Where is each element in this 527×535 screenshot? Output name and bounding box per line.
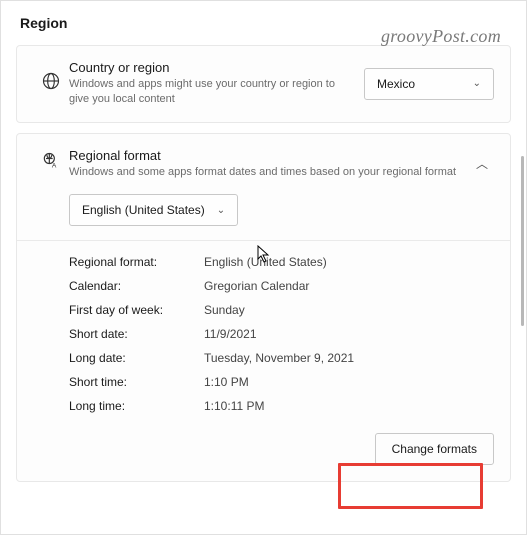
detail-short-time: Short time: 1:10 PM	[69, 375, 494, 389]
chevron-up-icon[interactable]: ︿	[476, 155, 488, 172]
chevron-down-icon: ⌄	[473, 78, 481, 89]
detail-long-time: Long time: 1:10:11 PM	[69, 399, 494, 413]
country-region-desc: Windows and apps might use your country …	[69, 77, 352, 108]
detail-calendar: Calendar: Gregorian Calendar	[69, 279, 494, 293]
detail-first-day: First day of week: Sunday	[69, 303, 494, 317]
page-title: Region	[20, 15, 511, 31]
regional-format-selected-value: English (United States)	[82, 203, 205, 217]
regional-format-card: A Regional format Windows and some apps …	[16, 133, 511, 482]
scrollbar[interactable]	[521, 156, 524, 326]
regional-format-details: Regional format: English (United States)…	[17, 241, 510, 413]
globe-icon	[41, 71, 61, 96]
regional-format-select[interactable]: English (United States) ⌄	[69, 194, 238, 226]
detail-regional-format: Regional format: English (United States)	[69, 255, 494, 269]
country-region-select[interactable]: Mexico ⌄	[364, 68, 494, 100]
country-region-card: Country or region Windows and apps might…	[16, 45, 511, 123]
regional-format-desc: Windows and some apps format dates and t…	[69, 165, 458, 180]
country-region-selected-value: Mexico	[377, 77, 415, 91]
detail-short-date: Short date: 11/9/2021	[69, 327, 494, 341]
detail-long-date: Long date: Tuesday, November 9, 2021	[69, 351, 494, 365]
change-formats-button[interactable]: Change formats	[375, 433, 494, 465]
country-region-title: Country or region	[69, 60, 352, 75]
svg-text:A: A	[52, 163, 57, 170]
chevron-down-icon: ⌄	[217, 205, 225, 216]
language-icon: A	[41, 151, 61, 176]
regional-format-title: Regional format	[69, 148, 458, 163]
